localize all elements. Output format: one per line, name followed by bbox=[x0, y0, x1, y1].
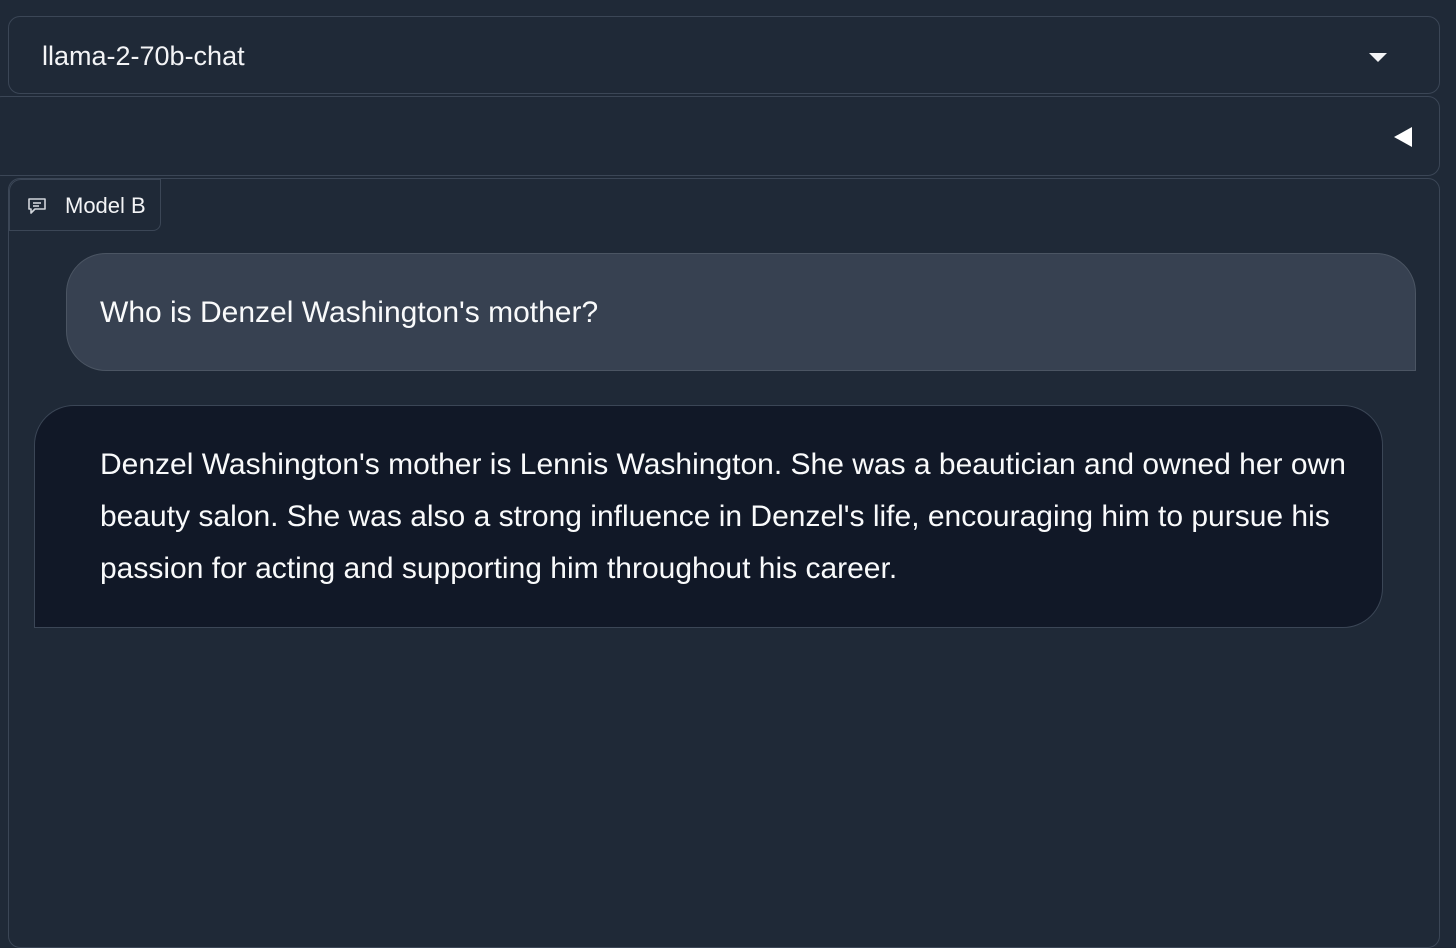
bot-message-text: Denzel Washington's mother is Lennis Was… bbox=[100, 448, 1346, 585]
user-message: Who is Denzel Washington's mother? bbox=[66, 253, 1416, 371]
chatbot-label-text: Model B bbox=[65, 193, 146, 218]
collapsed-accordion bbox=[0, 96, 1440, 176]
chevron-down-icon[interactable] bbox=[1369, 53, 1387, 62]
chat-bubble-icon bbox=[28, 198, 46, 214]
chatbot-panel: Model B Who is Denzel Washington's mothe… bbox=[8, 178, 1440, 948]
bot-message: Denzel Washington's mother is Lennis Was… bbox=[34, 405, 1383, 628]
accordion-toggle-button[interactable] bbox=[1393, 127, 1413, 147]
chatbot-label: Model B bbox=[9, 179, 161, 231]
model-dropdown-value: llama-2-70b-chat bbox=[42, 41, 245, 71]
triangle-left-icon bbox=[1394, 127, 1412, 147]
user-message-text: Who is Denzel Washington's mother? bbox=[100, 296, 599, 329]
model-dropdown[interactable]: llama-2-70b-chat bbox=[8, 16, 1440, 94]
